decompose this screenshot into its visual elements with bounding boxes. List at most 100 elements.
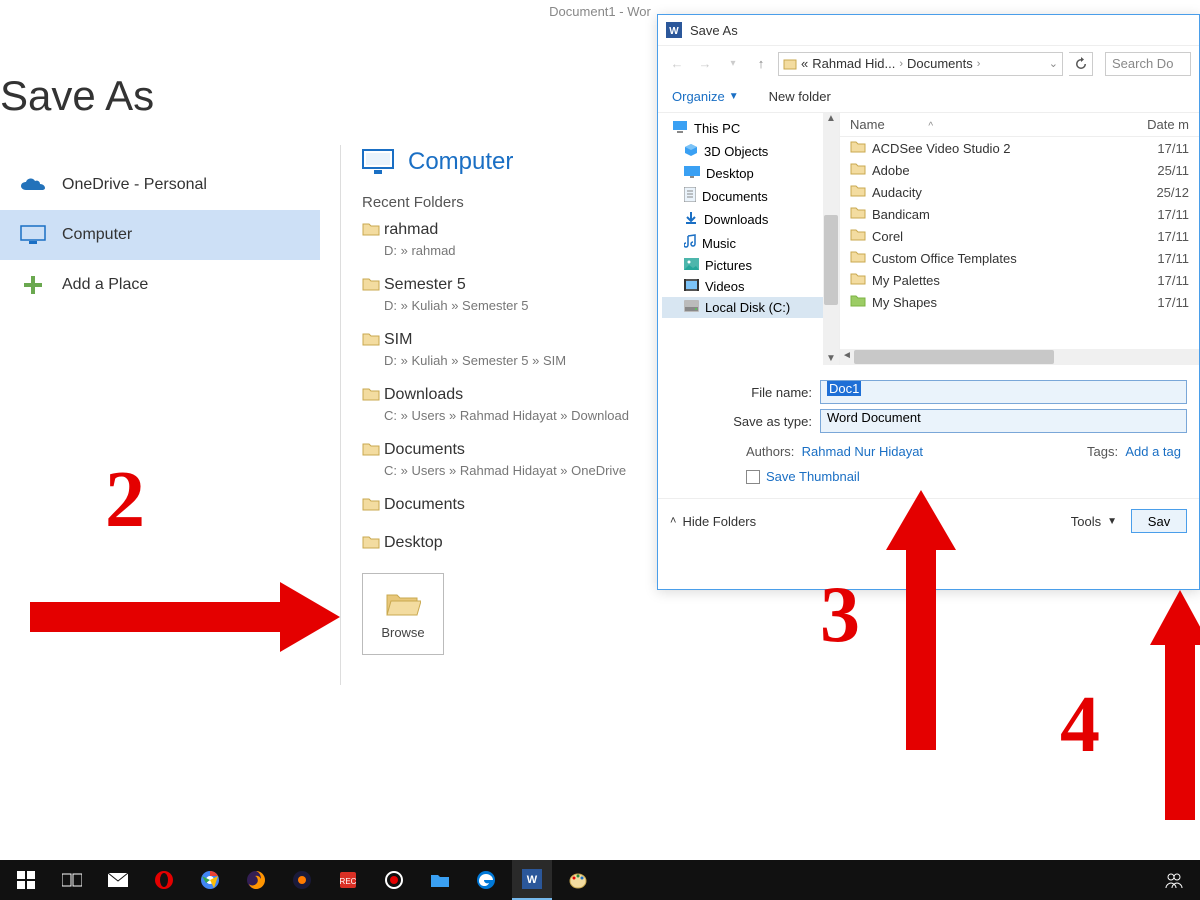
tree-item[interactable]: This PC bbox=[662, 117, 839, 140]
file-row[interactable]: Custom Office Templates 17/11 bbox=[840, 247, 1199, 269]
recent-folder-item[interactable]: DownloadsC: » Users » Rahmad Hidayat » D… bbox=[384, 386, 662, 423]
save-locations-list: OneDrive - Personal Computer Add a Place bbox=[0, 160, 320, 310]
annotation-number-4: 4 bbox=[1060, 680, 1100, 771]
tree-item[interactable]: Pictures bbox=[662, 255, 839, 276]
tree-label: Documents bbox=[702, 189, 768, 204]
recent-folder-item[interactable]: Documents bbox=[384, 496, 662, 516]
pc-icon bbox=[672, 120, 688, 137]
nav-tree: This PC 3D ObjectsDesktop Documents Downloa… bbox=[658, 113, 840, 365]
folder-icon bbox=[362, 332, 382, 351]
taskbar-mail-icon[interactable] bbox=[98, 860, 138, 900]
file-date: 17/11 bbox=[1129, 251, 1189, 266]
tree-item[interactable]: 3D Objects bbox=[662, 140, 839, 163]
file-row[interactable]: ACDSee Video Studio 217/11 bbox=[840, 137, 1199, 159]
taskbar-app-icon[interactable] bbox=[282, 860, 322, 900]
taskbar-chrome-icon[interactable] bbox=[190, 860, 230, 900]
file-h-scrollbar[interactable]: ◄ bbox=[840, 349, 1199, 365]
save-thumbnail-checkbox[interactable] bbox=[746, 470, 760, 484]
taskbar-word-icon[interactable]: W bbox=[512, 860, 552, 900]
taskbar-edge-icon[interactable] bbox=[466, 860, 506, 900]
saveastype-select[interactable]: Word Document bbox=[820, 409, 1187, 433]
tree-item[interactable]: Music bbox=[662, 231, 839, 255]
tree-label: This PC bbox=[694, 121, 740, 136]
nav-forward-button[interactable]: → bbox=[694, 53, 716, 75]
taskbar-paint-icon[interactable] bbox=[558, 860, 598, 900]
file-row[interactable]: Adobe25/11 bbox=[840, 159, 1199, 181]
taskbar-opera-icon[interactable] bbox=[144, 860, 184, 900]
nav-recent-dropdown[interactable]: ▾ bbox=[722, 53, 744, 75]
file-row[interactable]: Corel17/11 bbox=[840, 225, 1199, 247]
taskbar-people-icon[interactable] bbox=[1154, 860, 1194, 900]
breadcrumb-bar[interactable]: « Rahmad Hid... › Documents › ⌄ bbox=[778, 52, 1063, 76]
nav-up-button[interactable]: ↑ bbox=[750, 53, 772, 75]
taskbar-start-button[interactable] bbox=[6, 860, 46, 900]
tools-button[interactable]: Tools ▼ bbox=[1071, 514, 1117, 529]
scroll-left-icon[interactable]: ◄ bbox=[842, 350, 852, 361]
folder-path: D: » Kuliah » Semester 5 » SIM bbox=[384, 353, 662, 368]
tree-label: Pictures bbox=[705, 258, 752, 273]
taskbar-recorder-icon[interactable]: REC bbox=[328, 860, 368, 900]
refresh-button[interactable] bbox=[1069, 52, 1093, 76]
tree-item[interactable]: Local Disk (C:) bbox=[662, 297, 839, 318]
folder-name: rahmad bbox=[384, 221, 438, 238]
taskbar-folder-icon[interactable] bbox=[420, 860, 460, 900]
music-icon bbox=[684, 234, 696, 252]
recent-folder-item[interactable]: Desktop bbox=[384, 534, 662, 554]
tree-item[interactable]: Desktop bbox=[662, 163, 839, 184]
search-input[interactable]: Search Do bbox=[1105, 52, 1191, 76]
crumb-part[interactable]: Rahmad Hid... bbox=[812, 56, 895, 71]
scroll-thumb[interactable] bbox=[824, 215, 838, 305]
column-date[interactable]: Date m bbox=[1129, 117, 1189, 132]
recent-folder-item[interactable]: DocumentsC: » Users » Rahmad Hidayat » O… bbox=[384, 441, 662, 478]
taskbar-taskview-button[interactable] bbox=[52, 860, 92, 900]
annotation-number-2: 2 bbox=[105, 455, 145, 546]
taskbar-firefox-icon[interactable] bbox=[236, 860, 276, 900]
file-row[interactable]: My Palettes17/11 bbox=[840, 269, 1199, 291]
tree-scrollbar[interactable]: ▲ ▼ bbox=[823, 113, 839, 365]
recent-folder-item[interactable]: rahmadD: » rahmad bbox=[384, 221, 662, 258]
file-row[interactable]: Audacity25/12 bbox=[840, 181, 1199, 203]
location-label: Computer bbox=[62, 226, 132, 244]
browse-button[interactable]: Browse bbox=[362, 573, 444, 655]
file-row[interactable]: Bandicam17/11 bbox=[840, 203, 1199, 225]
location-onedrive[interactable]: OneDrive - Personal bbox=[0, 160, 320, 210]
taskbar: REC W bbox=[0, 860, 1200, 900]
svg-text:W: W bbox=[669, 26, 679, 37]
scroll-down-icon[interactable]: ▼ bbox=[825, 353, 837, 365]
file-name: Custom Office Templates bbox=[872, 251, 1017, 266]
save-button[interactable]: Sav bbox=[1131, 509, 1187, 533]
folder-name: Desktop bbox=[384, 534, 443, 551]
scroll-thumb[interactable] bbox=[854, 350, 1054, 364]
tree-item[interactable]: Documents bbox=[662, 184, 839, 208]
new-folder-button[interactable]: New folder bbox=[769, 89, 831, 104]
location-label: Add a Place bbox=[62, 276, 148, 294]
recent-folder-item[interactable]: SIMD: » Kuliah » Semester 5 » SIM bbox=[384, 331, 662, 368]
recent-folders-label: Recent Folders bbox=[362, 194, 662, 211]
folder-icon bbox=[850, 184, 866, 200]
file-date: 17/11 bbox=[1129, 295, 1189, 310]
tags-value[interactable]: Add a tag bbox=[1125, 444, 1181, 459]
location-computer[interactable]: Computer bbox=[0, 210, 320, 260]
disk-icon bbox=[684, 300, 699, 315]
vid-icon bbox=[684, 279, 699, 294]
chevron-down-icon: ▼ bbox=[1107, 516, 1117, 527]
tree-item[interactable]: Videos bbox=[662, 276, 839, 297]
crumb-prefix: « bbox=[801, 56, 808, 71]
scroll-up-icon[interactable]: ▲ bbox=[825, 113, 837, 125]
taskbar-record-button-icon[interactable] bbox=[374, 860, 414, 900]
file-row[interactable]: My Shapes17/11 bbox=[840, 291, 1199, 313]
nav-back-button[interactable]: ← bbox=[666, 53, 688, 75]
save-thumbnail-label: Save Thumbnail bbox=[766, 469, 860, 484]
recent-folder-item[interactable]: Semester 5D: » Kuliah » Semester 5 bbox=[384, 276, 662, 313]
filename-input[interactable]: Doc1 bbox=[820, 380, 1187, 404]
authors-value[interactable]: Rahmad Nur Hidayat bbox=[802, 444, 923, 459]
crumb-part[interactable]: Documents bbox=[907, 56, 973, 71]
tree-item[interactable]: Downloads bbox=[662, 208, 839, 231]
divider bbox=[340, 145, 341, 685]
chevron-down-icon[interactable]: ⌄ bbox=[1049, 57, 1058, 70]
location-add-place[interactable]: Add a Place bbox=[0, 260, 320, 310]
hide-folders-button[interactable]: ˄ Hide Folders bbox=[670, 514, 756, 529]
organize-button[interactable]: Organize ▼ bbox=[672, 89, 739, 104]
column-name[interactable]: Name ^ bbox=[850, 117, 1129, 132]
annotation-arrow-up bbox=[1150, 590, 1200, 820]
